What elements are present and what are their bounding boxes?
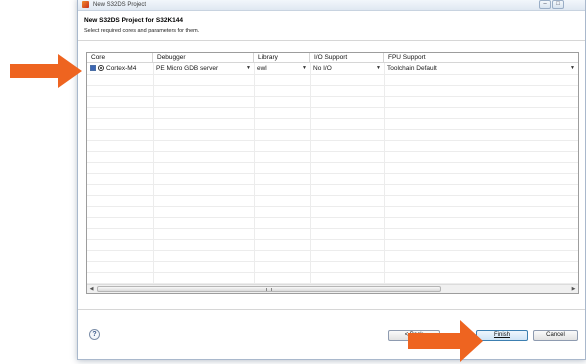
row-divider [87, 162, 578, 163]
row-divider [87, 140, 578, 141]
column-header-debugger[interactable]: Debugger [153, 53, 254, 63]
row-divider [87, 85, 578, 86]
row-divider [87, 206, 578, 207]
row-divider [87, 118, 578, 119]
io-support-value: No I/O [313, 65, 332, 72]
debugger-select[interactable]: PE Micro GDB server ▼ [153, 63, 254, 74]
core-label: Cortex-M4 [106, 65, 137, 72]
window-title: New S32DS Project [93, 1, 147, 8]
chevron-down-icon[interactable]: ▼ [246, 63, 251, 74]
row-divider [87, 74, 578, 75]
row-divider [87, 272, 578, 273]
core-cell[interactable]: Cortex-M4 [87, 63, 153, 74]
button-bar-divider [78, 309, 585, 310]
scrollbar-grip-icon [266, 288, 272, 291]
row-divider [87, 195, 578, 196]
horizontal-scrollbar[interactable]: ◀ ▶ [87, 284, 578, 293]
row-divider [87, 228, 578, 229]
annotation-arrow-core [10, 54, 82, 88]
fpu-support-select[interactable]: Toolchain Default ▼ [384, 63, 578, 74]
core-icon [98, 65, 104, 71]
help-icon[interactable]: ? [89, 329, 100, 340]
fpu-support-value: Toolchain Default [387, 65, 437, 72]
row-divider [87, 96, 578, 97]
title-bar: New S32DS Project – □ [78, 0, 585, 11]
chevron-down-icon[interactable]: ▼ [302, 63, 307, 74]
scroll-right-icon[interactable]: ▶ [569, 285, 578, 293]
s32ds-app-icon [82, 1, 89, 8]
table-row[interactable]: Cortex-M4 PE Micro GDB server ▼ ewl ▼ No… [87, 63, 578, 74]
minimize-button[interactable]: – [539, 0, 551, 9]
column-header-io-support[interactable]: I/O Support [310, 53, 384, 63]
row-divider [87, 107, 578, 108]
chevron-down-icon[interactable]: ▼ [570, 63, 575, 74]
row-divider [87, 217, 578, 218]
debugger-value: PE Micro GDB server [156, 65, 219, 72]
io-support-select[interactable]: No I/O ▼ [310, 63, 384, 74]
new-project-dialog: New S32DS Project – □ New S32DS Project … [77, 0, 586, 360]
library-select[interactable]: ewl ▼ [254, 63, 310, 74]
row-divider [87, 250, 578, 251]
column-header-fpu-support[interactable]: FPU Support [384, 53, 578, 63]
column-header-library[interactable]: Library [254, 53, 310, 63]
row-divider [87, 184, 578, 185]
page-title: New S32DS Project for S32K144 [84, 17, 183, 24]
table-header: Core Debugger Library I/O Support FPU Su… [87, 53, 578, 63]
chevron-down-icon[interactable]: ▼ [376, 63, 381, 74]
scroll-left-icon[interactable]: ◀ [87, 285, 96, 293]
library-value: ewl [257, 65, 267, 72]
maximize-button[interactable]: □ [552, 0, 564, 9]
cancel-button[interactable]: Cancel [533, 330, 578, 341]
row-divider [87, 239, 578, 240]
row-divider [87, 173, 578, 174]
cores-table: Core Debugger Library I/O Support FPU Su… [86, 52, 579, 294]
page-description: Select required cores and parameters for… [84, 28, 200, 34]
scrollbar-thumb[interactable] [97, 286, 441, 292]
row-divider [87, 129, 578, 130]
row-divider [87, 261, 578, 262]
wizard-header: New S32DS Project for S32K144 Select req… [78, 11, 585, 41]
core-checkbox[interactable] [90, 65, 96, 71]
column-header-core[interactable]: Core [87, 53, 153, 63]
row-divider [87, 151, 578, 152]
annotation-arrow-finish [408, 320, 483, 362]
